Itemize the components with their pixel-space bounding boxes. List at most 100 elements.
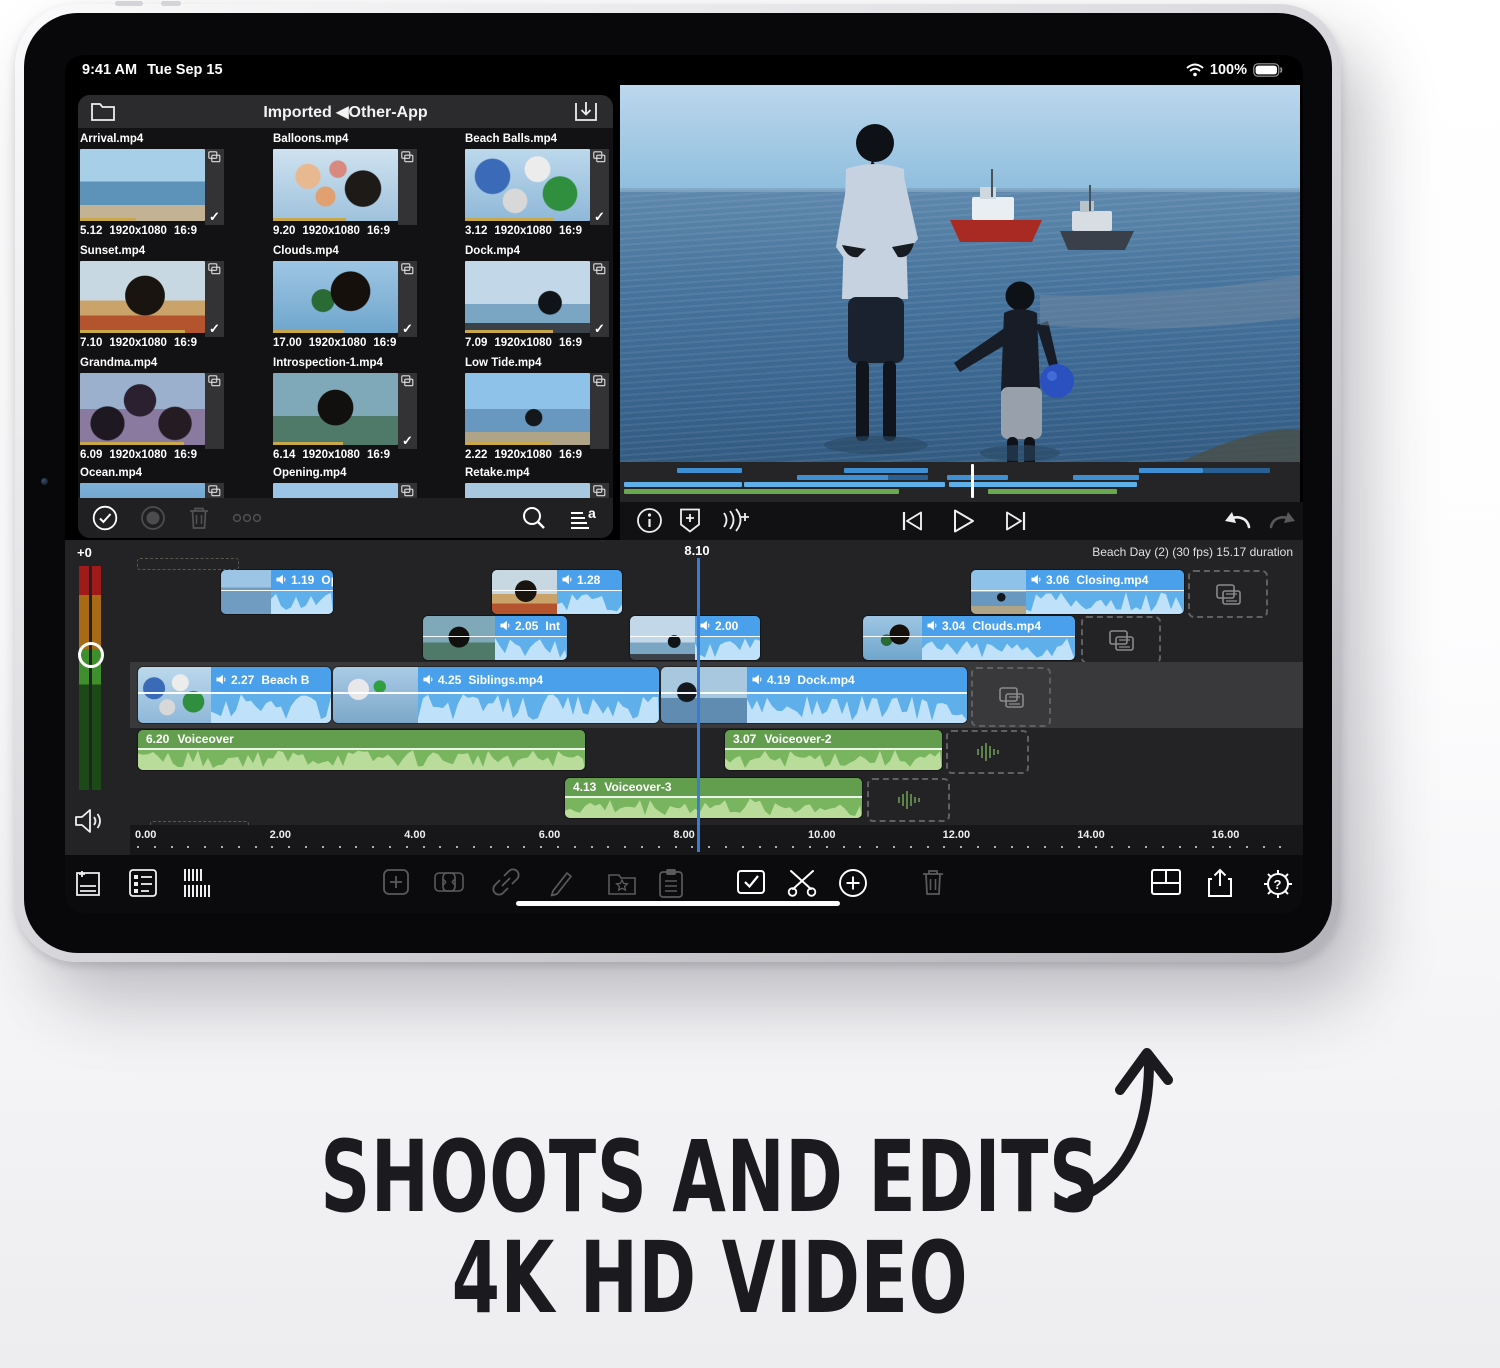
timeline-video-clip[interactable]: 3.04Clouds.mp4 [863, 616, 1075, 660]
clip-thumbnail[interactable] [465, 149, 590, 221]
caption: SHOOTS AND EDITS 4K HD VIDEO [0, 1128, 1420, 1330]
clip-checked-icon: ✓ [209, 322, 220, 335]
library-clip[interactable]: Introspection-1.mp4✓6.141920x108016:9 [273, 357, 451, 371]
ruler-tick [305, 846, 307, 848]
volume-down-button[interactable] [161, 1, 181, 6]
import-icon[interactable] [573, 99, 599, 124]
trash-icon[interactable] [188, 505, 210, 531]
library-clip[interactable]: Ocean.mp4 [80, 467, 258, 481]
overview-segment [1139, 468, 1203, 473]
sort-by-name-icon[interactable]: a [569, 505, 599, 531]
video-placeholder[interactable] [1188, 570, 1268, 618]
library-clip[interactable]: Arrival.mp4✓5.121920x108016:9 [80, 133, 258, 147]
link-icon[interactable] [491, 867, 521, 897]
split-scissors-icon[interactable] [785, 867, 819, 899]
info-icon[interactable] [636, 507, 663, 534]
add-marker-icon[interactable] [678, 507, 702, 534]
timeline-playhead[interactable] [697, 558, 700, 852]
transition-icon[interactable] [433, 867, 465, 897]
marker-region[interactable] [137, 558, 239, 570]
more-icon[interactable] [232, 513, 262, 523]
edit-pencil-icon[interactable] [547, 867, 577, 897]
add-clip-icon[interactable] [381, 867, 411, 897]
add-audio-icon[interactable] [720, 507, 752, 534]
timeline-video-clip[interactable]: 2.27Beach B [138, 667, 331, 723]
library-header: Imported ◀Other-App [78, 95, 613, 128]
audio-placeholder[interactable] [867, 778, 950, 822]
add-plus-icon[interactable] [837, 867, 869, 899]
library-clip[interactable]: Clouds.mp4✓17.001920x108016:9 [273, 245, 451, 259]
clip-thumbnail[interactable] [465, 261, 590, 333]
ruler-tick [339, 846, 341, 848]
library-title[interactable]: Imported ◀Other-App [78, 102, 613, 122]
clip-thumbnail[interactable] [80, 373, 205, 445]
clip-thumbnail[interactable] [273, 483, 398, 498]
clip-thumbnail[interactable] [465, 483, 590, 498]
ruler-tick [943, 846, 945, 848]
audio-placeholder[interactable] [946, 730, 1029, 774]
clip-badge-rail: ✓ [205, 261, 224, 337]
skip-back-icon[interactable] [898, 507, 926, 535]
storyboard-icon[interactable] [127, 867, 159, 899]
clip-thumbnail[interactable] [273, 149, 398, 221]
redo-icon[interactable] [1268, 507, 1300, 533]
track-layout-icon[interactable] [181, 867, 215, 899]
video-placeholder[interactable] [1081, 616, 1161, 664]
library-clip[interactable]: Opening.mp4 [273, 467, 451, 481]
library-clip[interactable]: Balloons.mp49.201920x108016:9 [273, 133, 451, 147]
clip-thumbnail[interactable] [465, 373, 590, 445]
clip-thumbnail[interactable] [273, 373, 398, 445]
video-placeholder[interactable] [971, 667, 1051, 727]
speaker-icon[interactable] [73, 808, 103, 834]
multi-select-icon[interactable] [735, 867, 767, 897]
effects-star-icon[interactable] [606, 867, 638, 897]
gain-knob[interactable] [78, 642, 104, 668]
library-clip[interactable]: Beach Balls.mp4✓3.121920x108016:9 [465, 133, 613, 147]
clip-thumbnail[interactable] [80, 149, 205, 221]
settings-help-icon[interactable]: ? [1261, 867, 1295, 901]
add-source-icon[interactable] [73, 867, 103, 899]
timeline-video-clip[interactable]: 1.28 [492, 570, 622, 614]
search-icon[interactable] [521, 505, 547, 531]
library-clip[interactable]: Low Tide.mp42.221920x108016:9 [465, 357, 613, 371]
volume-up-button[interactable] [115, 1, 143, 6]
library-clip[interactable]: Dock.mp4✓7.091920x108016:9 [465, 245, 613, 259]
timeline-clip-thumbnail [221, 570, 271, 614]
clip-checked-icon: ✓ [594, 210, 605, 223]
timeline-audio-clip[interactable]: 6.20Voiceover [138, 730, 585, 770]
play-icon[interactable] [950, 507, 976, 535]
share-icon[interactable] [1205, 867, 1235, 899]
timeline: +0 8.10 Beach Day (2) (30 fps) 15.17 dur… [65, 540, 1303, 855]
library-clip[interactable]: Sunset.mp4✓7.101920x108016:9 [80, 245, 258, 259]
ruler-tick [893, 846, 895, 848]
timeline-audio-clip[interactable]: 4.13Voiceover-3 [565, 778, 862, 818]
select-check-icon[interactable] [92, 505, 118, 531]
library-clip[interactable]: Grandma.mp46.091920x108016:9 [80, 357, 258, 371]
trash-timeline-icon[interactable] [921, 867, 945, 897]
clip-thumbnail[interactable] [80, 483, 205, 498]
home-indicator[interactable] [516, 901, 840, 906]
timeline-video-clip[interactable]: 4.19Dock.mp4 [661, 667, 967, 723]
video-preview[interactable] [620, 85, 1300, 462]
skip-forward-icon[interactable] [1002, 507, 1030, 535]
record-icon[interactable] [140, 505, 166, 531]
timeline-ruler[interactable]: 0.002.004.006.008.0010.0012.0014.0016.00 [130, 825, 1303, 855]
timeline-video-clip[interactable]: 3.06Closing.mp4 [971, 570, 1184, 614]
timeline-video-clip[interactable]: 4.25Siblings.mp4 [333, 667, 659, 723]
library-clip[interactable]: Retake.mp4 [465, 467, 613, 481]
undo-icon[interactable] [1220, 507, 1252, 533]
timeline-video-clip[interactable]: 2.00 [630, 616, 760, 660]
clipboard-icon[interactable] [657, 867, 685, 899]
clip-thumb-row: ✓ [273, 373, 417, 449]
timeline-overview[interactable] [620, 462, 1300, 502]
timeline-video-clip[interactable]: 1.19Oper [221, 570, 333, 614]
clip-thumbnail[interactable] [80, 261, 205, 333]
timeline-audio-clip[interactable]: 3.07Voiceover-2 [725, 730, 942, 770]
display-layout-icon[interactable] [1149, 867, 1183, 897]
overview-playhead[interactable] [971, 464, 974, 498]
clip-thumbnail[interactable] [273, 261, 398, 333]
timeline-tracks: 1.19Oper 1.28 3.06Closing.mp4 2.05Int 2.00 3.… [130, 540, 1303, 855]
clip-thumb-row: ✓ [273, 261, 417, 337]
timeline-video-clip[interactable]: 2.05Int [423, 616, 567, 660]
timeline-clip-waveform [418, 692, 659, 723]
